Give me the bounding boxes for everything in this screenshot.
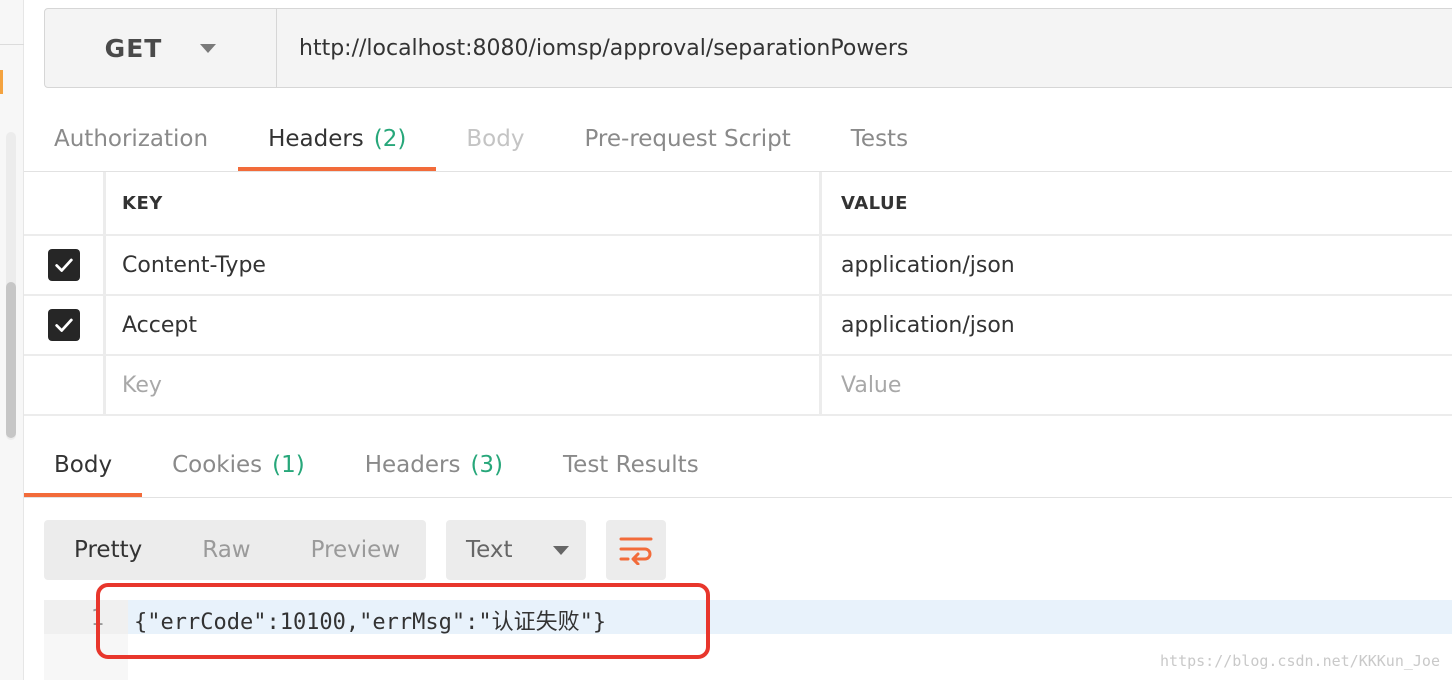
new-value-input[interactable]: Value (825, 356, 1452, 414)
sidebar-scrollbar-thumb[interactable] (6, 282, 16, 438)
response-toolbar: Pretty Raw Preview Text (44, 520, 666, 580)
table-row-new: Key Value (24, 356, 1452, 416)
new-key-input[interactable]: Key (106, 356, 822, 414)
tab-label: Body (466, 126, 525, 152)
request-bar: GET (44, 8, 1452, 88)
column-header-key: KEY (106, 172, 822, 234)
view-pretty-button[interactable]: Pretty (74, 537, 142, 563)
tab-count-badge: (3) (470, 452, 504, 478)
header-value-cell[interactable]: application/json (825, 296, 1452, 354)
header-key-cell[interactable]: Content-Type (106, 236, 822, 294)
tab-label: Tests (850, 126, 909, 152)
tab-tests[interactable]: Tests (821, 106, 938, 172)
header-enabled-checkbox[interactable] (47, 249, 80, 281)
view-mode-group: Pretty Raw Preview (44, 520, 426, 580)
tab-response-headers[interactable]: Headers (3) (335, 432, 533, 498)
header-key-cell[interactable]: Accept (106, 296, 822, 354)
tab-label: Pre-request Script (584, 126, 791, 152)
response-code-line[interactable]: {"errCode":10100,"errMsg":"认证失败"} (134, 604, 606, 636)
sidebar-divider (0, 44, 24, 45)
checkmark-icon (54, 258, 73, 272)
row-check-cell (24, 236, 106, 294)
tab-count-badge: (2) (373, 126, 407, 152)
tab-label: Authorization (54, 126, 209, 152)
left-sidebar-edge (0, 0, 24, 680)
tab-count-badge: (1) (272, 452, 305, 478)
method-label: GET (104, 33, 163, 63)
tab-label: Headers (268, 126, 364, 152)
sidebar-accent-marker (0, 70, 3, 94)
chevron-down-icon (200, 43, 217, 53)
response-tabs: Body Cookies (1) Headers (3) Test Result… (24, 432, 729, 498)
tab-cookies[interactable]: Cookies (1) (142, 432, 335, 498)
request-tabs: Authorization Headers (2) Body Pre-reque… (24, 106, 938, 172)
format-select[interactable]: Text (446, 520, 586, 580)
row-check-cell (24, 356, 106, 414)
view-preview-button[interactable]: Preview (311, 537, 401, 563)
tab-authorization[interactable]: Authorization (24, 106, 238, 172)
format-label: Text (466, 537, 513, 563)
tab-body[interactable]: Body (436, 106, 554, 172)
table-header-check-cell (24, 172, 106, 234)
wrap-lines-button[interactable] (606, 520, 666, 580)
column-header-value: VALUE (841, 192, 908, 214)
watermark: https://blog.csdn.net/KKKun_Joe (1160, 652, 1440, 670)
table-row: Content-Type application/json (24, 236, 1452, 296)
tab-headers[interactable]: Headers (2) (238, 106, 437, 172)
checkmark-icon (54, 318, 73, 332)
header-enabled-checkbox[interactable] (47, 309, 80, 341)
url-input[interactable] (277, 9, 1452, 87)
tab-label: Body (54, 452, 113, 478)
tab-label: Test Results (563, 452, 699, 478)
tab-response-body[interactable]: Body (24, 432, 143, 498)
response-tabs-divider (24, 497, 1452, 498)
wrap-lines-icon (619, 537, 653, 565)
table-row: Accept application/json (24, 296, 1452, 356)
tab-test-results[interactable]: Test Results (533, 432, 729, 498)
header-value-cell[interactable]: application/json (825, 236, 1452, 294)
tab-pre-request-script[interactable]: Pre-request Script (554, 106, 820, 172)
table-header-row: KEY VALUE (24, 172, 1452, 236)
method-select[interactable]: GET (45, 9, 277, 87)
view-raw-button[interactable]: Raw (202, 537, 250, 563)
line-number: 1 (90, 606, 104, 631)
tab-label: Headers (364, 452, 461, 478)
tab-label: Cookies (172, 452, 263, 478)
row-check-cell (24, 296, 106, 354)
chevron-down-icon (552, 545, 569, 555)
gutter-empty (44, 634, 128, 680)
